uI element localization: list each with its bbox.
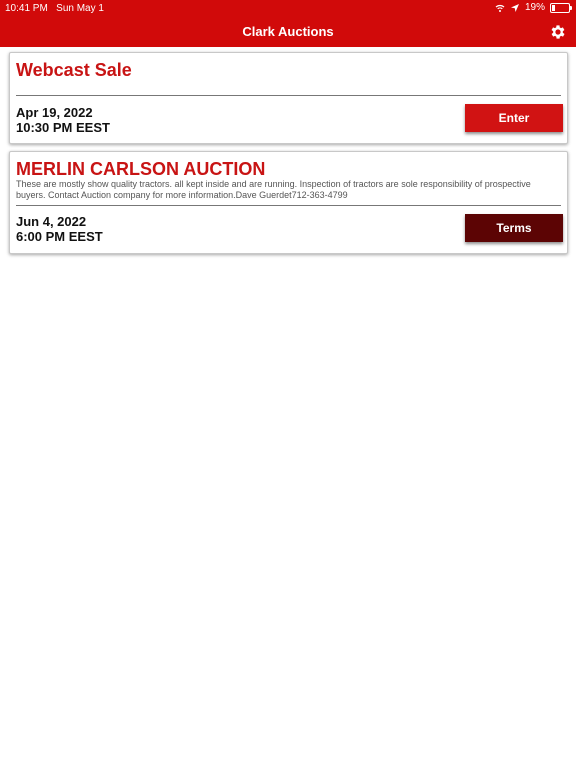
status-time: 10:41 PM: [5, 3, 48, 14]
status-indicators: 19%: [495, 2, 572, 13]
card-divider: [16, 95, 561, 96]
app-header: 10:41 PM Sun May 1 19% Clark Auctions: [0, 0, 576, 47]
enter-button[interactable]: Enter: [465, 104, 563, 132]
auction-title: MERLIN CARLSON AUCTION: [16, 159, 266, 179]
auction-card-webcast-sale: Webcast Sale Apr 19, 2022 10:30 PM EEST …: [9, 52, 568, 144]
auction-time: 10:30 PM EEST: [16, 120, 110, 135]
wifi-icon: [495, 4, 505, 12]
battery-percent: 19%: [524, 2, 545, 13]
battery-level: [552, 4, 555, 11]
card-divider: [16, 205, 561, 206]
auction-date: Jun 4, 2022: [16, 214, 87, 229]
status-time-date: 10:41 PM Sun May 1: [5, 3, 104, 14]
location-arrow-icon: [510, 3, 519, 12]
status-bar: 10:41 PM Sun May 1 19%: [0, 0, 576, 16]
status-date: Sun May 1: [56, 3, 104, 14]
auction-time: 6:00 PM EEST: [16, 229, 103, 244]
battery-icon: [550, 2, 572, 13]
app-title: Clark Auctions: [242, 24, 334, 39]
gear-icon[interactable]: [549, 23, 567, 41]
auction-date: Apr 19, 2022: [16, 105, 93, 120]
auction-title: Webcast Sale: [16, 60, 132, 80]
auction-description: These are mostly show quality tractors. …: [16, 179, 531, 200]
auction-card-merlin-carlson: MERLIN CARLSON AUCTION These are mostly …: [9, 151, 568, 254]
terms-button[interactable]: Terms: [465, 214, 563, 242]
